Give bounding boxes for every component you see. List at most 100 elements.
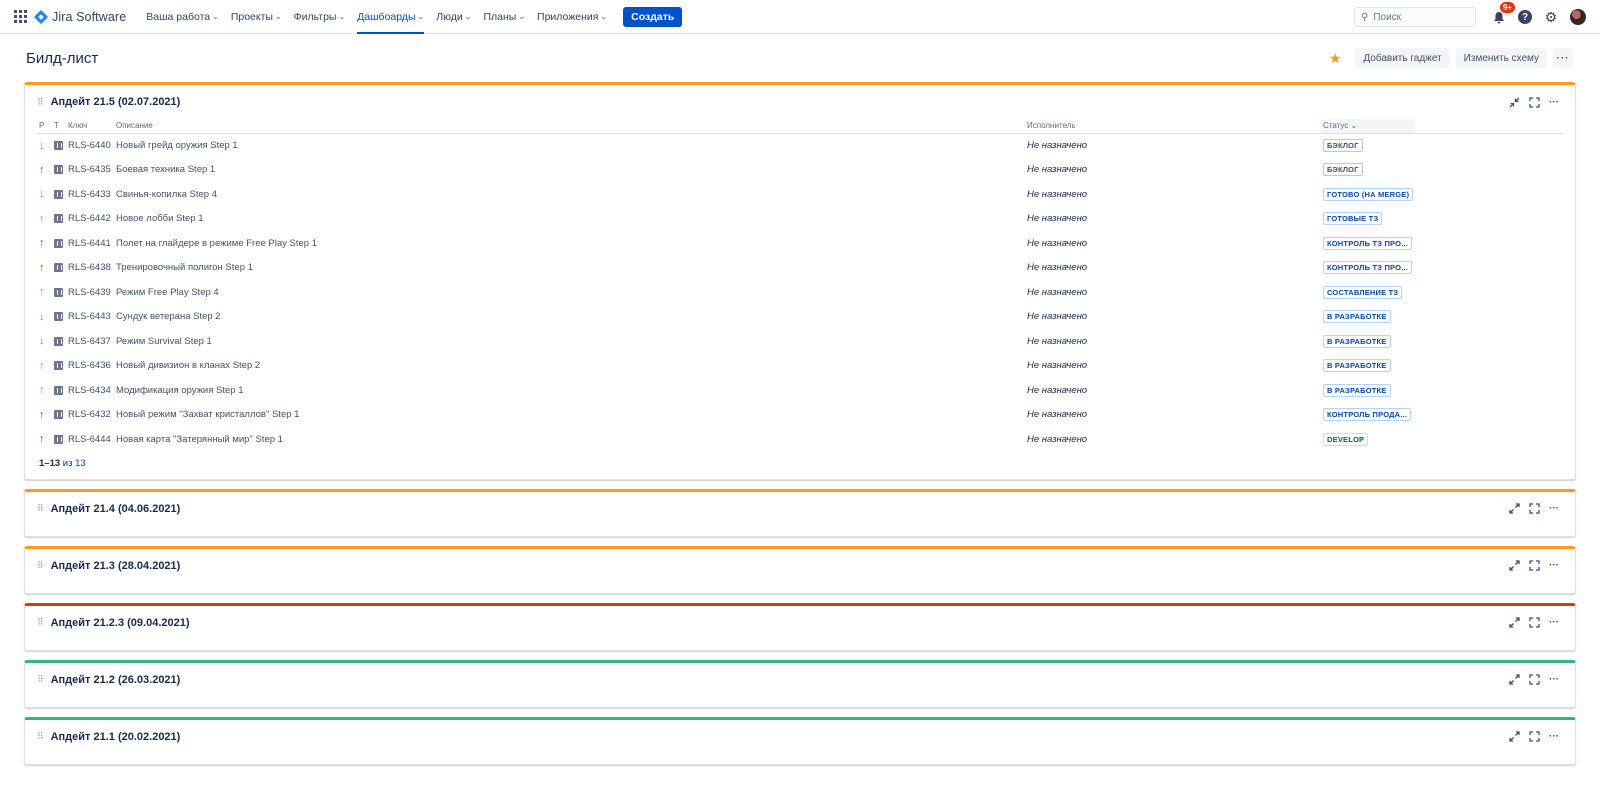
nav-apps[interactable]: Приложения ⌄ — [537, 0, 607, 34]
issue-key-link[interactable]: RLS-6443 — [68, 311, 111, 322]
search-input[interactable] — [1373, 11, 1464, 23]
create-button[interactable]: Создать — [623, 6, 683, 27]
issue-summary-link[interactable]: Новая карта "Затерянный мир" Step 1 — [116, 434, 283, 445]
table-row[interactable]: ↑ RLS-6432 Новый режим "Захват кристаллов"… — [37, 403, 1563, 428]
nav-people[interactable]: Люди ⌄ — [436, 0, 471, 34]
issue-summary-link[interactable]: Тренировочный полигон Step 1 — [116, 262, 253, 273]
expand-icon[interactable] — [1507, 730, 1521, 744]
nav-projects[interactable]: Проекты ⌄ — [231, 0, 282, 34]
table-row[interactable]: ↑ RLS-6439 Режим Free Play Step 4 Не назнач… — [37, 280, 1563, 305]
row-spacer — [1415, 256, 1563, 281]
table-row[interactable]: ↑ RLS-6441 Полет на глайдере в режиме Free… — [37, 231, 1563, 256]
expand-icon[interactable] — [1507, 616, 1521, 630]
issue-key-link[interactable]: RLS-6444 — [68, 434, 111, 445]
help-button[interactable]: ? — [1517, 9, 1533, 25]
nav-filters[interactable]: Фильтры ⌄ — [294, 0, 346, 34]
drag-handle-icon[interactable]: ⠿ — [37, 560, 44, 571]
table-row[interactable]: ↑ RLS-6444 Новая карта "Затерянный мир" St… — [37, 427, 1563, 452]
table-row[interactable]: ↓ RLS-6440 Новый грейд оружия Step 1 Не наз… — [37, 133, 1563, 158]
issue-key-link[interactable]: RLS-6442 — [68, 213, 111, 224]
issue-summary-link[interactable]: Новый грейд оружия Step 1 — [116, 140, 238, 151]
issue-summary-link[interactable]: Новое лобби Step 1 — [116, 213, 204, 224]
table-row[interactable]: ↑ RLS-6442 Новое лобби Step 1 Не назначено Г… — [37, 207, 1563, 232]
expand-icon[interactable] — [1507, 559, 1521, 573]
issue-summary-link[interactable]: Режим Free Play Step 4 — [116, 287, 219, 298]
issue-summary-link[interactable]: Сундук ветерана Step 2 — [116, 311, 221, 322]
avatar[interactable] — [1570, 9, 1586, 25]
table-row[interactable]: ↑ RLS-6434 Модификация оружия Step 1 Не наз… — [37, 378, 1563, 403]
gadget-more-icon[interactable]: ··· — [1547, 502, 1561, 516]
issue-summary-link[interactable]: Модификация оружия Step 1 — [116, 385, 243, 396]
gadget-collapsed: ⠿ Апдейт 21.3 (28.04.2021) ··· — [24, 545, 1576, 594]
expand-icon[interactable] — [1507, 502, 1521, 516]
issue-key-link[interactable]: RLS-6436 — [68, 360, 111, 371]
gadget-more-icon[interactable]: ··· — [1547, 95, 1561, 109]
gadget-update-21-5: ⠿ Апдейт 21.5 (02.07.2021) ··· P T Ключ … — [24, 82, 1576, 480]
gadget-more-icon[interactable]: ··· — [1547, 616, 1561, 630]
nav-plans[interactable]: Планы ⌄ — [483, 0, 525, 34]
fullscreen-icon[interactable] — [1527, 673, 1541, 687]
expand-icon[interactable] — [1507, 673, 1521, 687]
nav-label: Проекты — [230, 10, 273, 23]
nav-your-work[interactable]: Ваша работа ⌄ — [146, 0, 219, 34]
pagination-total-link[interactable]: 13 — [75, 458, 86, 469]
issue-key-link[interactable]: RLS-6432 — [68, 409, 111, 420]
nav-label: Планы — [483, 10, 517, 23]
drag-handle-icon[interactable]: ⠿ — [37, 674, 44, 685]
table-row[interactable]: ↓ RLS-6433 Свинья-копилка Step 4 Не назначе… — [37, 182, 1563, 207]
fullscreen-icon[interactable] — [1527, 730, 1541, 744]
issue-summary-link[interactable]: Свинья-копилка Step 4 — [116, 189, 217, 200]
search-box[interactable]: ⚲ — [1354, 7, 1476, 27]
issue-key-link[interactable]: RLS-6438 — [68, 262, 111, 273]
add-gadget-button[interactable]: Добавить гаджет — [1355, 48, 1450, 68]
fullscreen-icon[interactable] — [1527, 502, 1541, 516]
issue-summary-link[interactable]: Режим Survival Step 1 — [116, 336, 212, 347]
column-type[interactable]: T — [52, 119, 66, 134]
issue-key-link[interactable]: RLS-6441 — [68, 238, 111, 249]
column-priority[interactable]: P — [37, 119, 52, 134]
issue-summary-link[interactable]: Полет на глайдере в режиме Free Play Ste… — [116, 238, 317, 249]
drag-handle-icon[interactable]: ⠿ — [37, 731, 44, 742]
chevron-down-icon: ⌄ — [212, 12, 219, 21]
column-assignee[interactable]: Исполнитель — [1025, 119, 1321, 134]
drag-handle-icon[interactable]: ⠿ — [37, 97, 44, 108]
drag-handle-icon[interactable]: ⠿ — [37, 503, 44, 514]
edit-layout-button[interactable]: Изменить схему — [1455, 48, 1547, 68]
issue-summary-link[interactable]: Боевая техника Step 1 — [116, 164, 215, 175]
column-summary[interactable]: Описание — [114, 119, 1025, 134]
issue-summary-link[interactable]: Новый режим "Захват кристаллов" Step 1 — [116, 409, 299, 420]
issue-key-link[interactable]: RLS-6440 — [68, 140, 111, 151]
gear-icon: ⚙ — [1544, 8, 1558, 25]
gadget-more-icon[interactable]: ··· — [1547, 730, 1561, 744]
jira-logo[interactable]: Jira Software — [33, 9, 126, 24]
column-status[interactable]: Статус ⌄ — [1321, 119, 1416, 134]
notifications-button[interactable]: 9+ — [1491, 2, 1515, 25]
priority-high-icon: ↑ — [39, 237, 45, 250]
status-badge: БЭКЛОГ — [1323, 139, 1363, 152]
issue-key-link[interactable]: RLS-6437 — [68, 336, 111, 347]
settings-button[interactable]: ⚙ — [1543, 9, 1559, 25]
more-actions-button[interactable]: ··· — [1553, 48, 1573, 68]
table-row[interactable]: ↑ RLS-6436 Новый дивизион в кланах Step 2 Н… — [37, 354, 1563, 379]
issue-key-link[interactable]: RLS-6434 — [68, 385, 111, 396]
app-switcher-icon[interactable] — [14, 9, 28, 24]
issue-summary-link[interactable]: Новый дивизион в кланах Step 2 — [116, 360, 260, 371]
drag-handle-icon[interactable]: ⠿ — [37, 617, 44, 628]
fullscreen-icon[interactable] — [1527, 559, 1541, 573]
gadget-more-icon[interactable]: ··· — [1547, 673, 1561, 687]
table-row[interactable]: ↓ RLS-6437 Режим Survival Step 1 Не назначе… — [37, 329, 1563, 354]
table-row[interactable]: ↑ RLS-6435 Боевая техника Step 1 Не назначе… — [37, 158, 1563, 183]
issue-key-link[interactable]: RLS-6433 — [68, 189, 111, 200]
fullscreen-icon[interactable] — [1527, 616, 1541, 630]
gadget-header: ⠿ Апдейт 21.2.3 (09.04.2021) ··· — [25, 606, 1575, 640]
star-icon[interactable]: ★ — [1329, 50, 1342, 67]
nav-dashboards[interactable]: Дашбоарды ⌄ — [357, 0, 425, 34]
fullscreen-icon[interactable] — [1527, 95, 1541, 109]
table-row[interactable]: ↓ RLS-6443 Сундук ветерана Step 2 Не назнач… — [37, 305, 1563, 330]
gadget-more-icon[interactable]: ··· — [1547, 559, 1561, 573]
issue-key-link[interactable]: RLS-6435 — [68, 164, 111, 175]
issue-key-link[interactable]: RLS-6439 — [68, 287, 111, 298]
column-key[interactable]: Ключ — [66, 119, 114, 134]
minimize-icon[interactable] — [1507, 95, 1521, 109]
table-row[interactable]: ↑ RLS-6438 Тренировочный полигон Step 1 Не … — [37, 256, 1563, 281]
